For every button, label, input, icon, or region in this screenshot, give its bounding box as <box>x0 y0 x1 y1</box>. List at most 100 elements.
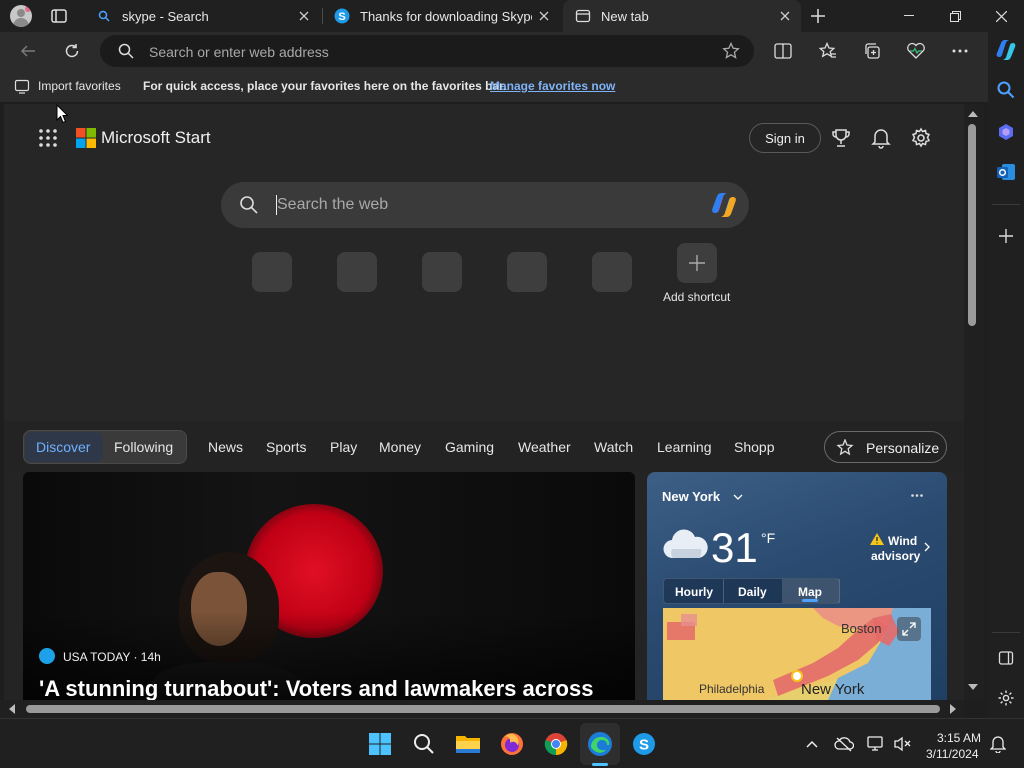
nav-money[interactable]: Money <box>379 439 421 455</box>
shortcut-tile[interactable] <box>252 252 292 292</box>
copilot-icon[interactable] <box>990 34 1022 66</box>
more-options-button[interactable] <box>944 35 976 67</box>
weather-card[interactable]: New York 31 °F Wind advisory Hourly Dail… <box>647 472 947 700</box>
address-bar-placeholder: Search or enter web address <box>149 44 329 60</box>
search-icon <box>118 43 134 59</box>
copilot-icon[interactable] <box>709 191 739 219</box>
outlook-icon[interactable] <box>990 156 1022 188</box>
scroll-up-arrow-icon[interactable] <box>968 110 978 117</box>
new-tab-page: Microsoft Start Sign in Search the web A… <box>4 104 964 700</box>
personalize-button[interactable]: Personalize <box>824 431 947 463</box>
vertical-scrollbar[interactable] <box>964 104 984 700</box>
onedrive-icon[interactable] <box>828 728 860 760</box>
weather-tab-daily[interactable]: Daily <box>738 585 767 599</box>
weather-tab-hourly[interactable]: Hourly <box>675 585 713 599</box>
search-icon[interactable] <box>990 74 1022 106</box>
shortcut-tile[interactable] <box>422 252 462 292</box>
hide-sidebar-icon[interactable] <box>990 642 1022 674</box>
shortcut-tile[interactable] <box>507 252 547 292</box>
address-bar[interactable]: Search or enter web address <box>100 35 754 67</box>
expand-map-icon[interactable] <box>897 617 921 641</box>
scroll-left-arrow-icon[interactable] <box>8 704 15 714</box>
windows-taskbar: S 3:15 AM 3/11/2024 <box>0 718 1024 768</box>
sign-in-button[interactable]: Sign in <box>749 123 821 153</box>
skype-taskbar-icon[interactable]: S <box>628 728 660 760</box>
show-hidden-icons-chevron-up-icon[interactable] <box>796 728 828 760</box>
import-favorites-icon[interactable] <box>14 78 30 94</box>
profile-avatar[interactable] <box>10 5 32 27</box>
tab-actions-icon[interactable] <box>50 7 68 25</box>
manage-favorites-link[interactable]: Manage favorites now <box>490 79 615 93</box>
nav-news[interactable]: News <box>208 439 243 455</box>
nav-shopping[interactable]: Shopp <box>734 439 774 455</box>
nav-learning[interactable]: Learning <box>657 439 712 455</box>
edge-icon[interactable] <box>584 728 616 760</box>
close-tab-icon[interactable] <box>773 4 797 28</box>
page-settings-gear-icon[interactable] <box>910 127 932 149</box>
sidebar-divider <box>992 632 1020 633</box>
windows-start-icon[interactable] <box>364 728 396 760</box>
firefox-icon[interactable] <box>496 728 528 760</box>
back-button[interactable] <box>12 35 44 67</box>
shortcut-tile[interactable] <box>592 252 632 292</box>
favorites-button[interactable] <box>812 35 844 67</box>
chrome-icon[interactable] <box>540 728 572 760</box>
new-tab-button[interactable] <box>808 6 828 26</box>
collections-button[interactable] <box>856 35 888 67</box>
weather-location[interactable]: New York <box>662 489 720 504</box>
weather-alert-line1[interactable]: Wind <box>888 534 917 548</box>
news-hero-card[interactable]: USA TODAY · 14h 'A stunning turnabout': … <box>23 472 635 700</box>
usa-today-logo-icon <box>39 648 55 664</box>
weather-alert-line2[interactable]: advisory <box>871 549 920 563</box>
app-launcher-icon[interactable] <box>38 128 58 148</box>
restore-button[interactable] <box>932 0 978 32</box>
nav-weather[interactable]: Weather <box>518 439 571 455</box>
import-favorites-button[interactable]: Import favorites <box>38 79 121 93</box>
taskbar-search-icon[interactable] <box>408 728 440 760</box>
weather-map[interactable]: Boston Philadelphia New York <box>663 608 931 700</box>
nav-gaming[interactable]: Gaming <box>445 439 494 455</box>
vertical-scroll-thumb[interactable] <box>968 124 976 326</box>
minimize-button[interactable] <box>886 0 932 32</box>
add-shortcut-label: Add shortcut <box>663 290 731 304</box>
scroll-down-arrow-icon[interactable] <box>968 684 978 691</box>
add-sidebar-app-icon[interactable] <box>990 220 1022 252</box>
rewards-trophy-icon[interactable] <box>831 128 851 148</box>
split-screen-button[interactable] <box>767 35 799 67</box>
file-explorer-icon[interactable] <box>452 728 484 760</box>
tab-new-tab[interactable]: New tab <box>563 0 801 32</box>
close-tab-icon[interactable] <box>292 4 316 28</box>
chevron-right-icon[interactable] <box>924 542 930 552</box>
nav-watch[interactable]: Watch <box>594 439 633 455</box>
refresh-button[interactable] <box>56 35 88 67</box>
news-headline[interactable]: 'A stunning turnabout': Voters and lawma… <box>39 676 593 700</box>
tab-following[interactable]: Following <box>114 439 173 455</box>
brand-title[interactable]: Microsoft Start <box>101 128 211 148</box>
scroll-right-arrow-icon[interactable] <box>950 704 957 714</box>
close-tab-icon[interactable] <box>532 4 556 28</box>
shortcut-tile[interactable] <box>337 252 377 292</box>
chevron-down-icon[interactable] <box>733 494 743 500</box>
horizontal-scrollbar[interactable] <box>0 700 964 718</box>
warning-icon <box>869 532 885 546</box>
weather-more-icon[interactable] <box>911 494 923 497</box>
clock-time[interactable]: 3:15 AM <box>937 731 981 745</box>
close-window-button[interactable] <box>978 0 1024 32</box>
tab-discover[interactable]: Discover <box>36 439 90 455</box>
sidebar-settings-icon[interactable] <box>990 682 1022 714</box>
weather-tab-map[interactable]: Map <box>798 585 822 599</box>
clock-date[interactable]: 3/11/2024 <box>926 747 979 761</box>
nav-play[interactable]: Play <box>330 439 357 455</box>
horizontal-scroll-thumb[interactable] <box>26 705 940 713</box>
nav-sports[interactable]: Sports <box>266 439 306 455</box>
favorite-star-icon[interactable] <box>722 42 740 60</box>
notifications-bell-icon[interactable] <box>871 127 891 149</box>
add-shortcut-button[interactable] <box>677 243 717 283</box>
browser-essentials-icon[interactable] <box>900 35 932 67</box>
games-icon[interactable] <box>990 116 1022 148</box>
notification-bell-icon[interactable] <box>982 728 1014 760</box>
volume-muted-icon[interactable] <box>886 728 918 760</box>
web-search-box[interactable]: Search the web <box>221 182 749 228</box>
tab-skype-download[interactable]: S Thanks for downloading Skype <box>322 0 560 32</box>
tab-skype-search[interactable]: skype - Search <box>84 0 320 32</box>
